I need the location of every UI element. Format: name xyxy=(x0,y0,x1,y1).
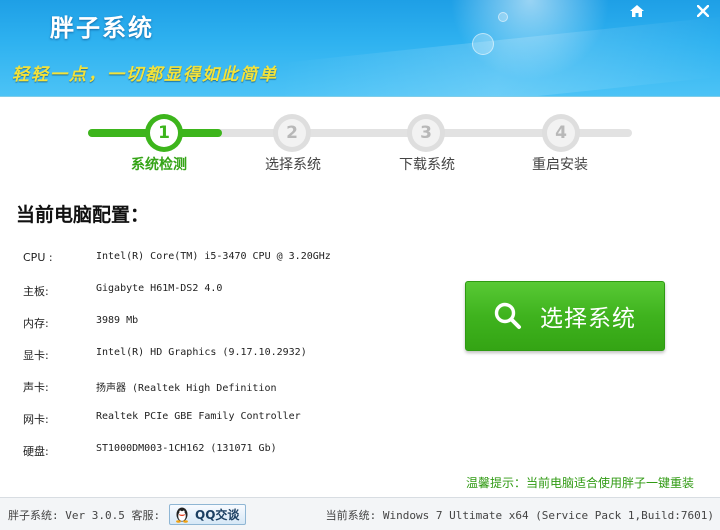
header-banner: 胖子系统 轻轻一点，一切都显得如此简单 xyxy=(0,0,720,97)
config-value: Intel(R) Core(TM) i5-3470 CPU @ 3.20GHz xyxy=(96,251,331,262)
config-value: Realtek PCIe GBE Family Controller xyxy=(96,411,301,422)
config-title: 当前电脑配置： xyxy=(16,204,150,226)
step-1-label: 系统检测 xyxy=(131,157,187,173)
header-bubble xyxy=(498,12,508,22)
step-2-circle: 2 xyxy=(273,114,311,152)
config-key: CPU : xyxy=(23,251,53,264)
step-3-circle: 3 xyxy=(407,114,445,152)
select-system-button-label: 选择系统 xyxy=(540,306,636,332)
step-1-number: 1 xyxy=(158,123,170,143)
tip-text: 温馨提示：当前电脑适合使用胖子一键重装 xyxy=(465,476,694,490)
step-4-number: 4 xyxy=(555,123,567,143)
app-slogan: 轻轻一点，一切都显得如此简单 xyxy=(12,65,278,85)
step-3-label: 下载系统 xyxy=(399,157,455,173)
config-value: Intel(R) HD Graphics (9.17.10.2932) xyxy=(96,347,307,358)
config-value: 扬声器 (Realtek High Definition xyxy=(96,383,277,394)
app-title: 胖子系统 xyxy=(50,14,154,42)
header-bubble xyxy=(472,33,494,55)
config-key: 声卡: xyxy=(23,381,49,394)
select-system-button[interactable]: 选择系统 xyxy=(465,281,665,351)
config-key: 主板: xyxy=(23,285,49,298)
config-key: 内存: xyxy=(23,317,49,330)
config-value: 3989 Mb xyxy=(96,315,139,326)
step-4-label: 重启安装 xyxy=(532,157,588,173)
qq-penguin-icon xyxy=(176,507,188,523)
status-bar: 胖子系统: Ver 3.0.5 客服: QQ交谈 当前系统: Windows 7… xyxy=(0,497,720,530)
step-3-number: 3 xyxy=(420,123,432,143)
config-key: 显卡: xyxy=(23,349,49,362)
step-4-circle: 4 xyxy=(542,114,580,152)
config-key: 网卡: xyxy=(23,413,49,426)
close-button[interactable] xyxy=(688,0,718,22)
step-2-label: 选择系统 xyxy=(265,157,321,173)
search-icon xyxy=(494,302,521,329)
step-2-number: 2 xyxy=(286,123,298,143)
current-system-text: 当前系统: Windows 7 Ultimate x64 (Service Pa… xyxy=(325,509,714,522)
home-button[interactable] xyxy=(622,0,652,22)
home-icon xyxy=(630,5,644,17)
config-value: ST1000DM003-1CH162 (131071 Gb) xyxy=(96,443,277,454)
config-value: Gigabyte H61M-DS2 4.0 xyxy=(96,283,223,294)
step-1-circle: 1 xyxy=(145,114,183,152)
close-icon xyxy=(697,5,709,17)
qq-chat-button[interactable]: QQ交谈 xyxy=(169,504,246,525)
config-key: 硬盘: xyxy=(23,445,49,458)
qq-chat-button-label: QQ交谈 xyxy=(195,508,240,522)
version-text: 胖子系统: Ver 3.0.5 客服: xyxy=(8,509,161,522)
